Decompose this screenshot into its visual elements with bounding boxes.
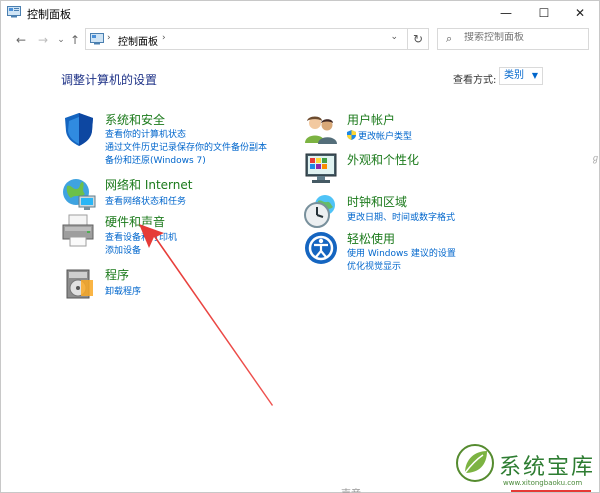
title-bar: 控制面板 — ☐ ✕ bbox=[1, 1, 600, 25]
refresh-icon: ↻ bbox=[412, 32, 424, 46]
category-clock-region: 时钟和区域 更改日期、时间或数字格式 bbox=[303, 193, 563, 229]
watermark: 系统宝库 www.xitongbaoku.com bbox=[453, 441, 599, 493]
minimize-icon: — bbox=[500, 6, 512, 20]
up-arrow-icon: ↑ bbox=[69, 33, 81, 47]
search-input[interactable] bbox=[464, 32, 584, 43]
category-title[interactable]: 用户帐户 bbox=[347, 111, 395, 128]
category-hardware-sound: 硬件和声音 查看设备和打印机 添加设备 bbox=[61, 213, 301, 257]
breadcrumb-chevron-icon[interactable]: › bbox=[162, 33, 166, 43]
address-bar[interactable]: › 控制面板 › ⌄ bbox=[85, 28, 429, 50]
category-link[interactable]: 查看你的计算机状态 bbox=[105, 127, 186, 140]
category-title[interactable]: 硬件和声音 bbox=[105, 213, 165, 230]
page-heading: 调整计算机的设置 bbox=[61, 73, 158, 87]
category-title[interactable]: 系统和安全 bbox=[105, 111, 165, 128]
ease-of-access-icon bbox=[305, 232, 337, 264]
up-button[interactable]: ↑ bbox=[67, 32, 83, 48]
maximize-icon: ☐ bbox=[538, 6, 550, 20]
category-link[interactable]: 通过文件历史记录保存你的文件备份副本 bbox=[105, 140, 267, 153]
partial-bottom-text: 声音 bbox=[341, 485, 361, 493]
category-link-text: 更改帐户类型 bbox=[358, 132, 413, 142]
watermark-name: 系统宝库 bbox=[499, 455, 596, 480]
control-panel-app-icon bbox=[7, 6, 21, 18]
chevron-down-icon: ▼ bbox=[531, 71, 538, 80]
watermark-url: www.xitongbaoku.com bbox=[503, 479, 583, 487]
category-user-accounts: 用户帐户 更改帐户类型 bbox=[303, 111, 563, 147]
search-box[interactable]: ⌕ bbox=[437, 28, 589, 50]
category-title[interactable]: 轻松使用 bbox=[347, 230, 395, 247]
category-link[interactable]: 卸载程序 bbox=[105, 284, 141, 297]
category-network-internet: 网络和 Internet 查看网络状态和任务 bbox=[61, 176, 301, 216]
view-by-select[interactable]: 类别 ▼ bbox=[499, 67, 543, 85]
navigation-bar: ← → ⌄ ↑ › 控制面板 › ⌄ ↻ ⌕ bbox=[1, 25, 600, 55]
category-link[interactable]: 使用 Windows 建议的设置 bbox=[347, 246, 456, 259]
category-title[interactable]: 外观和个性化 bbox=[347, 151, 419, 168]
category-link[interactable]: 优化视觉显示 bbox=[347, 259, 401, 272]
minimize-button[interactable]: — bbox=[489, 1, 523, 25]
breadcrumb-item[interactable]: 控制面板 bbox=[118, 33, 158, 48]
shield-icon bbox=[65, 113, 93, 146]
address-dropdown-icon[interactable]: ⌄ bbox=[390, 32, 398, 42]
forward-button[interactable]: → bbox=[35, 32, 51, 48]
close-button[interactable]: ✕ bbox=[563, 1, 597, 25]
forward-arrow-icon: → bbox=[37, 33, 49, 47]
back-arrow-icon: ← bbox=[15, 33, 27, 47]
refresh-button[interactable]: ↻ bbox=[407, 28, 429, 50]
back-button[interactable]: ← bbox=[13, 32, 29, 48]
close-icon: ✕ bbox=[574, 6, 586, 20]
category-link[interactable]: 添加设备 bbox=[105, 243, 141, 256]
window-title: 控制面板 bbox=[27, 8, 71, 21]
category-link[interactable]: 查看网络状态和任务 bbox=[105, 194, 186, 207]
category-link[interactable]: 备份和还原(Windows 7) bbox=[105, 153, 206, 166]
category-link[interactable]: 更改日期、时间或数字格式 bbox=[347, 210, 455, 223]
view-by-value: 类别 bbox=[504, 70, 524, 81]
category-programs: 程序 卸载程序 bbox=[61, 266, 301, 306]
search-icon: ⌕ bbox=[446, 32, 453, 45]
category-system-security: 系统和安全 查看你的计算机状态 通过文件历史记录保存你的文件备份副本 备份和还原… bbox=[61, 111, 301, 171]
category-title[interactable]: 网络和 Internet bbox=[105, 176, 192, 193]
programs-icon bbox=[66, 269, 93, 299]
category-title[interactable]: 程序 bbox=[105, 266, 129, 283]
network-globe-icon bbox=[63, 179, 96, 210]
monitor-palette-icon bbox=[305, 153, 337, 183]
maximize-button[interactable]: ☐ bbox=[527, 1, 561, 25]
chevron-down-icon: ⌄ bbox=[57, 35, 65, 45]
category-link[interactable]: 查看设备和打印机 bbox=[105, 230, 177, 243]
clock-globe-icon bbox=[304, 195, 335, 228]
uac-shield-icon bbox=[347, 130, 356, 140]
leaf-logo-icon bbox=[456, 444, 494, 482]
bottom-red-strip bbox=[511, 490, 591, 492]
category-title[interactable]: 时钟和区域 bbox=[347, 193, 407, 210]
users-icon bbox=[305, 116, 337, 144]
control-panel-window: 控制面板 — ☐ ✕ ← → ⌄ ↑ › 控制面板 › ⌄ ↻ ⌕ 调整计算机的… bbox=[0, 0, 600, 493]
category-appearance-personalization: 外观和个性化 bbox=[303, 151, 563, 187]
printer-icon bbox=[62, 214, 94, 247]
category-ease-of-access: 轻松使用 使用 Windows 建议的设置 优化视觉显示 bbox=[303, 230, 563, 274]
partial-edge-icon: ℊ bbox=[591, 154, 600, 164]
category-link[interactable]: 更改帐户类型 bbox=[347, 129, 412, 142]
view-by-label: 查看方式: bbox=[453, 75, 497, 86]
control-panel-location-icon bbox=[90, 33, 104, 45]
breadcrumb-separator-icon: › bbox=[107, 33, 111, 43]
